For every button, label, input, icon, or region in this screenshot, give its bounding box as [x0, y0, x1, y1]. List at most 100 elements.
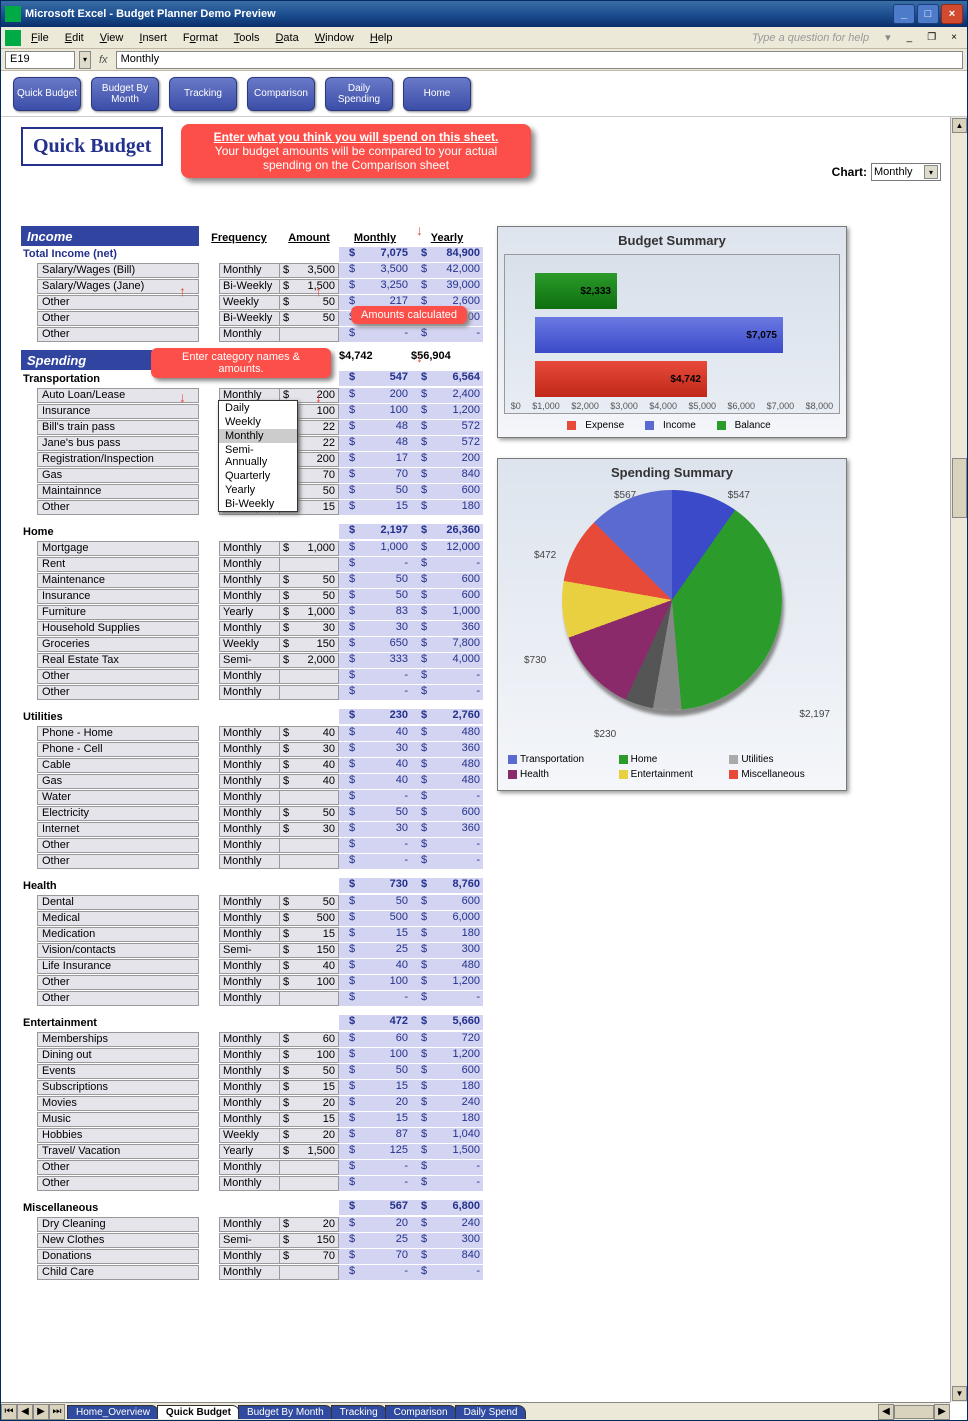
item-name[interactable]: Salary/Wages (Jane)	[37, 279, 199, 294]
item-name[interactable]: Insurance	[37, 589, 199, 604]
item-name[interactable]: Cable	[37, 758, 199, 773]
data-row[interactable]: Insurance Monthly $50 $50 $600	[21, 588, 483, 604]
data-row[interactable]: Phone - Home Monthly $40 $40 $480	[21, 725, 483, 741]
amount-cell[interactable]: $15	[279, 927, 339, 942]
amount-cell[interactable]: $1,500	[279, 279, 339, 294]
amount-cell[interactable]: $3,500	[279, 263, 339, 278]
item-name[interactable]: Dental	[37, 895, 199, 910]
data-row[interactable]: Subscriptions Monthly $15 $15 $180	[21, 1079, 483, 1095]
amount-cell[interactable]: $20	[279, 1096, 339, 1111]
fx-label[interactable]: fx	[95, 54, 112, 66]
amount-cell[interactable]: $40	[279, 959, 339, 974]
tab-last[interactable]: ⏭	[49, 1404, 65, 1420]
item-name[interactable]: Other	[37, 500, 199, 515]
item-name[interactable]: Other	[37, 669, 199, 684]
amount-cell[interactable]: $50	[279, 895, 339, 910]
item-name[interactable]: Other	[37, 327, 199, 342]
nav-daily-spending[interactable]: Daily Spending	[325, 77, 393, 111]
maximize-button[interactable]: □	[917, 4, 939, 24]
vertical-scrollbar[interactable]: ▲ ▼	[950, 117, 967, 1402]
item-name[interactable]: Dining out	[37, 1048, 199, 1063]
sheet-tab[interactable]: Tracking	[331, 1405, 387, 1419]
dropdown-option[interactable]: Semi-Annually	[219, 443, 297, 469]
scroll-thumb[interactable]	[952, 458, 967, 518]
item-name[interactable]: New Clothes	[37, 1233, 199, 1248]
doc-close[interactable]: ×	[945, 30, 963, 45]
data-row[interactable]: Other Monthly $100 $100 $1,200	[21, 974, 483, 990]
amount-cell[interactable]: $50	[279, 1064, 339, 1079]
data-row[interactable]: Memberships Monthly $60 $60 $720	[21, 1031, 483, 1047]
item-name[interactable]: Registration/Inspection	[37, 452, 199, 467]
amount-cell[interactable]: $20	[279, 1217, 339, 1232]
amount-cell[interactable]: $150	[279, 637, 339, 652]
amount-cell[interactable]: $500	[279, 911, 339, 926]
data-row[interactable]: Water Monthly $- $-	[21, 789, 483, 805]
amount-cell[interactable]	[279, 669, 339, 684]
scroll-left[interactable]: ◀	[878, 1404, 894, 1420]
amount-cell[interactable]: $2,000	[279, 653, 339, 668]
amount-cell[interactable]: $70	[279, 1249, 339, 1264]
data-row[interactable]: Vision/contacts Semi-Annually $150 $25 $…	[21, 942, 483, 958]
item-name[interactable]: Movies	[37, 1096, 199, 1111]
item-name[interactable]: Gas	[37, 774, 199, 789]
amount-cell[interactable]: $50	[279, 295, 339, 310]
item-name[interactable]: Other	[37, 975, 199, 990]
dropdown-option[interactable]: Daily	[219, 401, 297, 415]
data-row[interactable]: Donations Monthly $70 $70 $840	[21, 1248, 483, 1264]
data-row[interactable]: Music Monthly $15 $15 $180	[21, 1111, 483, 1127]
item-name[interactable]: Salary/Wages (Bill)	[37, 263, 199, 278]
item-name[interactable]: Electricity	[37, 806, 199, 821]
sheet-tab[interactable]: Home_Overview	[67, 1405, 159, 1419]
item-name[interactable]: Subscriptions	[37, 1080, 199, 1095]
formula-input[interactable]: Monthly	[116, 51, 963, 69]
amount-cell[interactable]: $150	[279, 1233, 339, 1248]
data-row[interactable]: Cable Monthly $40 $40 $480	[21, 757, 483, 773]
item-name[interactable]: Medication	[37, 927, 199, 942]
data-row[interactable]: New Clothes Semi-Annually $150 $25 $300	[21, 1232, 483, 1248]
menu-file[interactable]: File	[25, 30, 55, 46]
amount-cell[interactable]: $40	[279, 758, 339, 773]
data-row[interactable]: Events Monthly $50 $50 $600	[21, 1063, 483, 1079]
menu-edit[interactable]: Edit	[59, 30, 90, 46]
menu-tools[interactable]: Tools	[228, 30, 266, 46]
worksheet[interactable]: Quick Budget Enter what you think you wi…	[1, 117, 967, 1420]
amount-cell[interactable]: $30	[279, 822, 339, 837]
amount-cell[interactable]	[279, 790, 339, 805]
data-row[interactable]: Other Monthly $- $-	[21, 837, 483, 853]
help-search[interactable]: Type a question for help	[402, 30, 875, 46]
item-name[interactable]: Events	[37, 1064, 199, 1079]
data-row[interactable]: Phone - Cell Monthly $30 $30 $360	[21, 741, 483, 757]
item-name[interactable]: Other	[37, 838, 199, 853]
amount-cell[interactable]	[279, 1265, 339, 1280]
data-row[interactable]: Maintenance Monthly $50 $50 $600	[21, 572, 483, 588]
scroll-up[interactable]: ▲	[952, 118, 967, 133]
amount-cell[interactable]: $1,000	[279, 541, 339, 556]
item-name[interactable]: Phone - Cell	[37, 742, 199, 757]
amount-cell[interactable]	[279, 838, 339, 853]
sheet-tab[interactable]: Daily Spend	[455, 1405, 527, 1419]
amount-cell[interactable]: $30	[279, 621, 339, 636]
dropdown-option[interactable]: Yearly	[219, 483, 297, 497]
item-name[interactable]: Auto Loan/Lease	[37, 388, 199, 403]
item-name[interactable]: Phone - Home	[37, 726, 199, 741]
dropdown-option[interactable]: Weekly	[219, 415, 297, 429]
data-row[interactable]: Movies Monthly $20 $20 $240	[21, 1095, 483, 1111]
name-box[interactable]: E19	[5, 51, 75, 69]
menu-view[interactable]: View	[94, 30, 130, 46]
data-row[interactable]: Salary/Wages (Bill) Monthly $3,500 $3,50…	[21, 262, 483, 278]
tab-first[interactable]: ⏮	[1, 1404, 17, 1420]
item-name[interactable]: Mortgage	[37, 541, 199, 556]
data-row[interactable]: Other Monthly $- $-	[21, 990, 483, 1006]
menu-window[interactable]: Window	[309, 30, 360, 46]
close-button[interactable]: ×	[941, 4, 963, 24]
scroll-down[interactable]: ▼	[952, 1386, 967, 1401]
minimize-button[interactable]: _	[893, 4, 915, 24]
item-name[interactable]: Groceries	[37, 637, 199, 652]
sheet-tab[interactable]: Budget By Month	[238, 1405, 333, 1419]
amount-cell[interactable]: $50	[279, 311, 339, 326]
data-row[interactable]: Dining out Monthly $100 $100 $1,200	[21, 1047, 483, 1063]
data-row[interactable]: Gas Monthly $40 $40 $480	[21, 773, 483, 789]
data-row[interactable]: Other Monthly $- $-	[21, 853, 483, 869]
data-row[interactable]: Other Monthly $- $-	[21, 326, 483, 342]
item-name[interactable]: Water	[37, 790, 199, 805]
